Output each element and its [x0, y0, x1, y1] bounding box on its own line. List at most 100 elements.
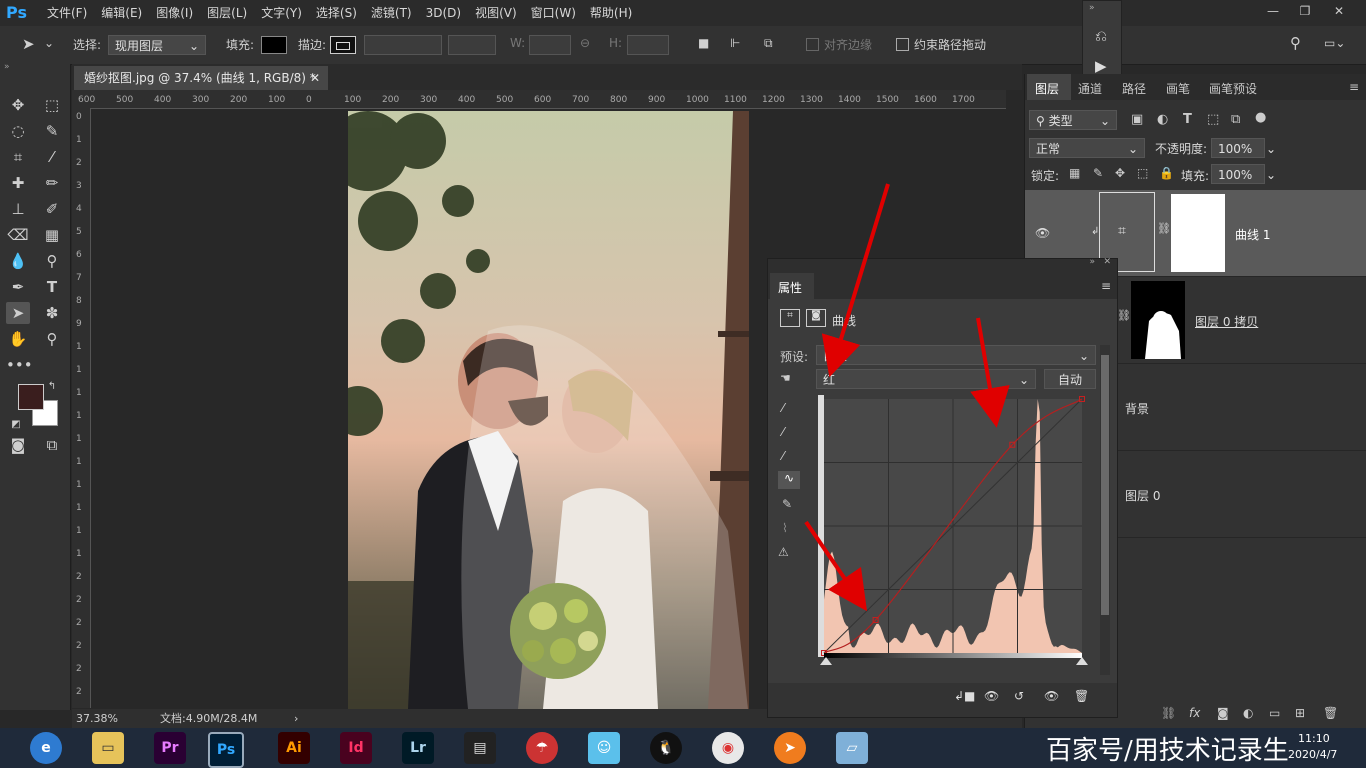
cat-app-icon[interactable]: ☺ — [588, 732, 620, 764]
restore-button[interactable]: ❐ — [1290, 0, 1320, 22]
menu-image[interactable]: 图像(I) — [149, 0, 200, 26]
screen-mode-icon[interactable]: ⧉ — [40, 434, 64, 456]
tab-brush-presets[interactable]: 画笔预设 — [1209, 80, 1257, 97]
link-icon[interactable]: ⛓ — [1117, 309, 1131, 322]
path-select-tool-icon[interactable]: ➤ — [6, 302, 30, 324]
lock-position-icon[interactable]: ✥ — [1115, 166, 1125, 180]
pen-tool-icon[interactable]: ✒ — [6, 276, 30, 298]
constrain-path-checkbox[interactable] — [896, 38, 909, 51]
reset-icon[interactable]: ↺ — [1014, 689, 1024, 703]
eraser-tool-icon[interactable]: ⌫ — [6, 224, 30, 246]
hand-tool-icon[interactable]: ✋ — [6, 328, 30, 350]
white-point-eyedropper-icon[interactable]: ⁄ — [782, 449, 784, 463]
workspace-icon[interactable]: ▭⌄ — [1324, 36, 1345, 50]
layer-style-icon[interactable]: fx — [1189, 706, 1200, 720]
filter-type-icon[interactable]: T — [1183, 112, 1192, 127]
scrollbar-track[interactable] — [1100, 345, 1110, 675]
quick-select-tool-icon[interactable]: ✎ — [40, 120, 64, 142]
indesign-icon[interactable]: Id — [340, 732, 372, 764]
filter-adjustment-icon[interactable]: ◐ — [1157, 112, 1168, 127]
add-mask-icon[interactable]: ◙ — [1217, 706, 1229, 720]
gray-point-eyedropper-icon[interactable]: ⁄ — [782, 425, 784, 439]
umbrella-app-icon[interactable]: ☂ — [526, 732, 558, 764]
dodge-tool-icon[interactable]: ⚲ — [40, 250, 64, 272]
photoshop-icon[interactable]: Ps — [208, 732, 244, 768]
tab-channels[interactable]: 通道 — [1078, 80, 1102, 97]
curves-graph[interactable] — [818, 395, 1092, 665]
visibility-icon[interactable]: 👁 — [1044, 689, 1059, 703]
qq-icon[interactable]: 🐧 — [650, 732, 682, 764]
quick-mask-icon[interactable]: ◙ — [6, 434, 30, 456]
healing-brush-icon[interactable]: ✚ — [6, 172, 30, 194]
menu-file[interactable]: 文件(F) — [40, 0, 94, 26]
opacity-field[interactable]: 100% ⌄ — [1211, 138, 1276, 158]
history-icon[interactable]: ⎌ — [1095, 27, 1107, 45]
filter-pixel-icon[interactable]: ▣ — [1131, 112, 1143, 127]
path-arrangement-icon[interactable]: ⧉ — [764, 36, 773, 51]
lock-all-icon[interactable]: 🔒 — [1159, 166, 1174, 180]
tab-paths[interactable]: 路径 — [1122, 80, 1146, 97]
move-tool-icon[interactable]: ➤ — [22, 35, 35, 53]
layer-name[interactable]: 图层 0 拷贝 — [1195, 313, 1258, 330]
link-icon[interactable]: ⛓ — [1157, 222, 1171, 235]
path-alignment-icon[interactable]: ⊩ — [730, 36, 740, 50]
preset-dropdown[interactable]: 自定 ⌄ — [816, 345, 1096, 365]
stroke-color-swatch[interactable] — [330, 36, 356, 54]
menu-edit[interactable]: 编辑(E) — [94, 0, 149, 26]
pencil-tool-icon[interactable]: ✎ — [782, 497, 792, 511]
chrome-icon[interactable]: ◉ — [712, 732, 744, 764]
smooth-curve-icon[interactable]: ⌇ — [782, 521, 788, 535]
lasso-tool-icon[interactable]: ◌ — [6, 120, 30, 142]
view-previous-state-icon[interactable]: 👁 — [984, 689, 999, 703]
auto-button[interactable]: 自动 — [1044, 369, 1096, 389]
zoom-level[interactable]: 37.38% — [76, 709, 118, 729]
fill-color-swatch[interactable] — [261, 36, 287, 54]
collapse-icon[interactable]: » — [1089, 257, 1095, 267]
media-player-icon[interactable]: ➤ — [774, 732, 806, 764]
zoom-tool-icon[interactable]: ⚲ — [40, 328, 64, 350]
toolbar-collapse-icon[interactable]: » — [4, 62, 10, 72]
filter-toggle-icon[interactable]: ● — [1255, 110, 1266, 125]
menu-select[interactable]: 选择(S) — [309, 0, 364, 26]
close-tab-icon[interactable]: ✕ — [310, 66, 320, 90]
clone-stamp-icon[interactable]: ⊥ — [6, 198, 30, 220]
gradient-tool-icon[interactable]: ▦ — [40, 224, 64, 246]
properties-title[interactable]: 属性 — [778, 279, 802, 296]
marquee-tool-icon[interactable]: ⬚ — [40, 94, 64, 116]
type-tool-icon[interactable]: T — [40, 276, 64, 298]
close-icon[interactable]: ✕ — [1103, 257, 1111, 267]
notes-app-icon[interactable]: ▱ — [836, 732, 868, 764]
filter-shape-icon[interactable]: ⬚ — [1207, 112, 1219, 127]
black-point-eyedropper-icon[interactable]: ⁄ — [782, 401, 784, 415]
height-field[interactable] — [627, 35, 669, 55]
tab-layers[interactable]: 图层 — [1035, 80, 1059, 97]
lightroom-icon[interactable]: Lr — [402, 732, 434, 764]
eye-icon[interactable]: 👁 — [1035, 226, 1050, 240]
menu-layer[interactable]: 图层(L) — [200, 0, 254, 26]
file-explorer-icon[interactable]: ▭ — [92, 732, 124, 764]
adjustment-layer-icon[interactable]: ◐ — [1243, 706, 1253, 720]
mask-thumbnail[interactable] — [1131, 281, 1185, 359]
lock-transparent-icon[interactable]: ▦ — [1069, 166, 1080, 180]
lock-image-icon[interactable]: ✎ — [1093, 166, 1103, 180]
brush-tool-icon[interactable]: ✏ — [40, 172, 64, 194]
custom-shape-tool-icon[interactable]: ✽ — [40, 302, 64, 324]
play-action-icon[interactable]: ▶ — [1095, 57, 1107, 75]
menu-view[interactable]: 视图(V) — [468, 0, 524, 26]
width-field[interactable] — [529, 35, 571, 55]
close-button[interactable]: ✕ — [1324, 0, 1354, 22]
search-icon[interactable]: ⚲ — [1290, 34, 1301, 52]
menu-help[interactable]: 帮助(H) — [583, 0, 639, 26]
new-layer-icon[interactable]: ⊞ — [1295, 706, 1305, 720]
new-group-icon[interactable]: ▭ — [1269, 706, 1280, 720]
tab-brushes[interactable]: 画笔 — [1166, 80, 1190, 97]
stroke-width-field[interactable] — [364, 35, 442, 55]
on-image-adjust-icon[interactable]: ☚ — [780, 371, 791, 385]
eyedropper-tool-icon[interactable]: ⁄ — [40, 146, 64, 168]
panel-menu-icon[interactable]: ≡ — [1101, 279, 1111, 293]
stroke-type-dropdown[interactable] — [448, 35, 496, 55]
illustrator-icon[interactable]: Ai — [278, 732, 310, 764]
blend-mode-dropdown[interactable]: 正常 ⌄ — [1029, 138, 1145, 158]
layer-name[interactable]: 背景 — [1125, 400, 1149, 417]
mask-thumbnail[interactable] — [1171, 194, 1225, 272]
